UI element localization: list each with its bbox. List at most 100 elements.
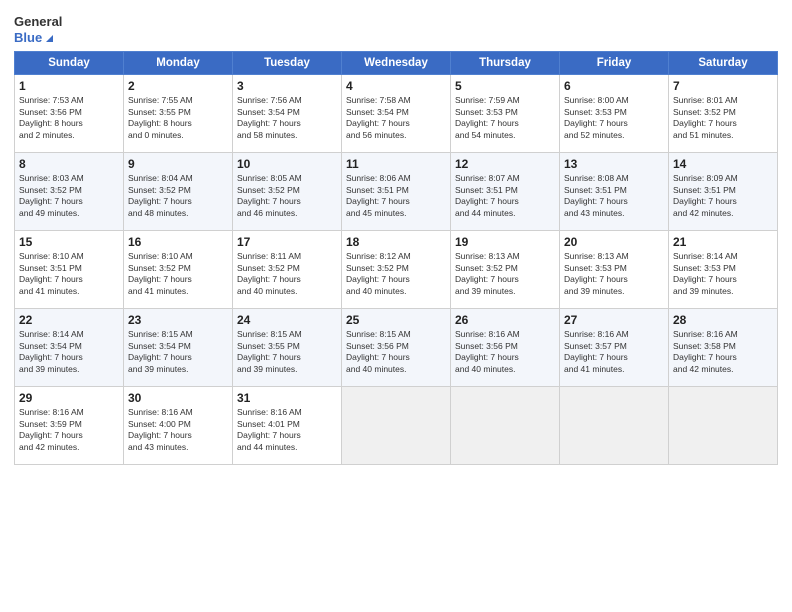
day-number: 14 [673,157,773,171]
cell-details: Sunrise: 8:16 AMSunset: 4:00 PMDaylight:… [128,407,228,453]
day-number: 3 [237,79,337,93]
calendar-cell: 26Sunrise: 8:16 AMSunset: 3:56 PMDayligh… [451,309,560,387]
day-number: 30 [128,391,228,405]
calendar-cell: 5 Sunrise: 7:59 AMSunset: 3:53 PMDaylight… [451,75,560,153]
cell-details: Sunrise: 8:13 AMSunset: 3:52 PMDaylight:… [455,251,555,297]
cell-details: Sunrise: 8:03 AMSunset: 3:52 PMDaylight:… [19,173,119,219]
calendar-cell: 29Sunrise: 8:16 AMSunset: 3:59 PMDayligh… [15,387,124,465]
calendar-cell: 21Sunrise: 8:14 AMSunset: 3:53 PMDayligh… [669,231,778,309]
week-row-3: 15Sunrise: 8:10 AMSunset: 3:51 PMDayligh… [15,231,778,309]
day-number: 26 [455,313,555,327]
day-number: 12 [455,157,555,171]
day-number: 31 [237,391,337,405]
day-number: 8 [19,157,119,171]
cell-details: Sunrise: 7:58 AMSunset: 3:54 PMDaylight:… [346,95,446,141]
cell-details: Sunrise: 8:00 AMSunset: 3:53 PMDaylight:… [564,95,664,141]
weekday-header-row: SundayMondayTuesdayWednesdayThursdayFrid… [15,52,778,75]
weekday-sunday: Sunday [15,52,124,75]
logo: GeneralBlue [14,14,62,45]
cell-details: Sunrise: 7:56 AMSunset: 3:54 PMDaylight:… [237,95,337,141]
day-number: 9 [128,157,228,171]
cell-details: Sunrise: 8:04 AMSunset: 3:52 PMDaylight:… [128,173,228,219]
calendar-cell: 24 Sunrise: 8:15 AMSunset: 3:55 PMDayligh… [233,309,342,387]
cell-details: Sunrise: 8:15 AMSunset: 3:54 PMDaylight:… [128,329,228,375]
week-row-5: 29Sunrise: 8:16 AMSunset: 3:59 PMDayligh… [15,387,778,465]
calendar-cell [560,387,669,465]
calendar-cell: 27Sunrise: 8:16 AMSunset: 3:57 PMDayligh… [560,309,669,387]
calendar-cell: 16Sunrise: 8:10 AMSunset: 3:52 PMDayligh… [124,231,233,309]
day-number: 28 [673,313,773,327]
calendar-cell: 28 Sunrise: 8:16 AMSunset: 3:58 PMDayligh… [669,309,778,387]
day-number: 10 [237,157,337,171]
calendar-cell: 20 Sunrise: 8:13 AMSunset: 3:53 PMDayligh… [560,231,669,309]
day-number: 17 [237,235,337,249]
calendar-cell: 25 Sunrise: 8:15 AMSunset: 3:56 PMDayligh… [342,309,451,387]
calendar-cell: 11 Sunrise: 8:06 AMSunset: 3:51 PMDayligh… [342,153,451,231]
day-number: 1 [19,79,119,93]
calendar-cell: 15Sunrise: 8:10 AMSunset: 3:51 PMDayligh… [15,231,124,309]
day-number: 11 [346,157,446,171]
calendar-cell: 7 Sunrise: 8:01 AMSunset: 3:52 PMDaylight… [669,75,778,153]
day-number: 5 [455,79,555,93]
cell-details: Sunrise: 8:13 AMSunset: 3:53 PMDaylight:… [564,251,664,297]
calendar-cell [451,387,560,465]
calendar-cell: 30 Sunrise: 8:16 AMSunset: 4:00 PMDayligh… [124,387,233,465]
calendar-cell: 3 Sunrise: 7:56 AMSunset: 3:54 PMDaylight… [233,75,342,153]
calendar-cell: 23 Sunrise: 8:15 AMSunset: 3:54 PMDayligh… [124,309,233,387]
cell-details: Sunrise: 8:01 AMSunset: 3:52 PMDaylight:… [673,95,773,141]
calendar-cell: 17 Sunrise: 8:11 AMSunset: 3:52 PMDayligh… [233,231,342,309]
weekday-tuesday: Tuesday [233,52,342,75]
day-number: 18 [346,235,446,249]
cell-details: Sunrise: 8:10 AMSunset: 3:51 PMDaylight:… [19,251,119,297]
calendar-cell [342,387,451,465]
day-number: 20 [564,235,664,249]
calendar-cell: 8 Sunrise: 8:03 AMSunset: 3:52 PMDaylight… [15,153,124,231]
cell-details: Sunrise: 8:08 AMSunset: 3:51 PMDaylight:… [564,173,664,219]
weekday-wednesday: Wednesday [342,52,451,75]
cell-details: Sunrise: 8:16 AMSunset: 3:57 PMDaylight:… [564,329,664,375]
day-number: 25 [346,313,446,327]
calendar-cell: 14 Sunrise: 8:09 AMSunset: 3:51 PMDayligh… [669,153,778,231]
calendar-cell [669,387,778,465]
header: GeneralBlue [14,14,778,45]
calendar-cell: 6 Sunrise: 8:00 AMSunset: 3:53 PMDaylight… [560,75,669,153]
cell-details: Sunrise: 8:14 AMSunset: 3:53 PMDaylight:… [673,251,773,297]
calendar-cell: 4Sunrise: 7:58 AMSunset: 3:54 PMDaylight… [342,75,451,153]
calendar-table: SundayMondayTuesdayWednesdayThursdayFrid… [14,51,778,465]
cell-details: Sunrise: 8:15 AMSunset: 3:56 PMDaylight:… [346,329,446,375]
calendar-cell: 19Sunrise: 8:13 AMSunset: 3:52 PMDayligh… [451,231,560,309]
day-number: 23 [128,313,228,327]
cell-details: Sunrise: 8:07 AMSunset: 3:51 PMDaylight:… [455,173,555,219]
cell-details: Sunrise: 8:05 AMSunset: 3:52 PMDaylight:… [237,173,337,219]
calendar-cell: 2Sunrise: 7:55 AMSunset: 3:55 PMDaylight… [124,75,233,153]
day-number: 24 [237,313,337,327]
calendar-container: GeneralBlue SundayMondayTuesdayWednesday… [0,0,792,612]
weekday-friday: Friday [560,52,669,75]
week-row-4: 22 Sunrise: 8:14 AMSunset: 3:54 PMDayligh… [15,309,778,387]
cell-details: Sunrise: 8:06 AMSunset: 3:51 PMDaylight:… [346,173,446,219]
calendar-cell: 12 Sunrise: 8:07 AMSunset: 3:51 PMDayligh… [451,153,560,231]
weekday-saturday: Saturday [669,52,778,75]
weekday-thursday: Thursday [451,52,560,75]
day-number: 16 [128,235,228,249]
cell-details: Sunrise: 8:14 AMSunset: 3:54 PMDaylight:… [19,329,119,375]
cell-details: Sunrise: 8:11 AMSunset: 3:52 PMDaylight:… [237,251,337,297]
calendar-cell: 1Sunrise: 7:53 AMSunset: 3:56 PMDaylight… [15,75,124,153]
calendar-header: SundayMondayTuesdayWednesdayThursdayFrid… [15,52,778,75]
cell-details: Sunrise: 8:16 AMSunset: 3:58 PMDaylight:… [673,329,773,375]
day-number: 2 [128,79,228,93]
day-number: 22 [19,313,119,327]
cell-details: Sunrise: 8:15 AMSunset: 3:55 PMDaylight:… [237,329,337,375]
calendar-body: 1Sunrise: 7:53 AMSunset: 3:56 PMDaylight… [15,75,778,465]
day-number: 6 [564,79,664,93]
calendar-cell: 13Sunrise: 8:08 AMSunset: 3:51 PMDayligh… [560,153,669,231]
weekday-monday: Monday [124,52,233,75]
cell-details: Sunrise: 8:09 AMSunset: 3:51 PMDaylight:… [673,173,773,219]
cell-details: Sunrise: 8:12 AMSunset: 3:52 PMDaylight:… [346,251,446,297]
cell-details: Sunrise: 7:59 AMSunset: 3:53 PMDaylight:… [455,95,555,141]
calendar-cell: 9 Sunrise: 8:04 AMSunset: 3:52 PMDaylight… [124,153,233,231]
calendar-cell: 18 Sunrise: 8:12 AMSunset: 3:52 PMDayligh… [342,231,451,309]
cell-details: Sunrise: 8:16 AMSunset: 4:01 PMDaylight:… [237,407,337,453]
logo-text: GeneralBlue [14,14,62,45]
day-number: 7 [673,79,773,93]
